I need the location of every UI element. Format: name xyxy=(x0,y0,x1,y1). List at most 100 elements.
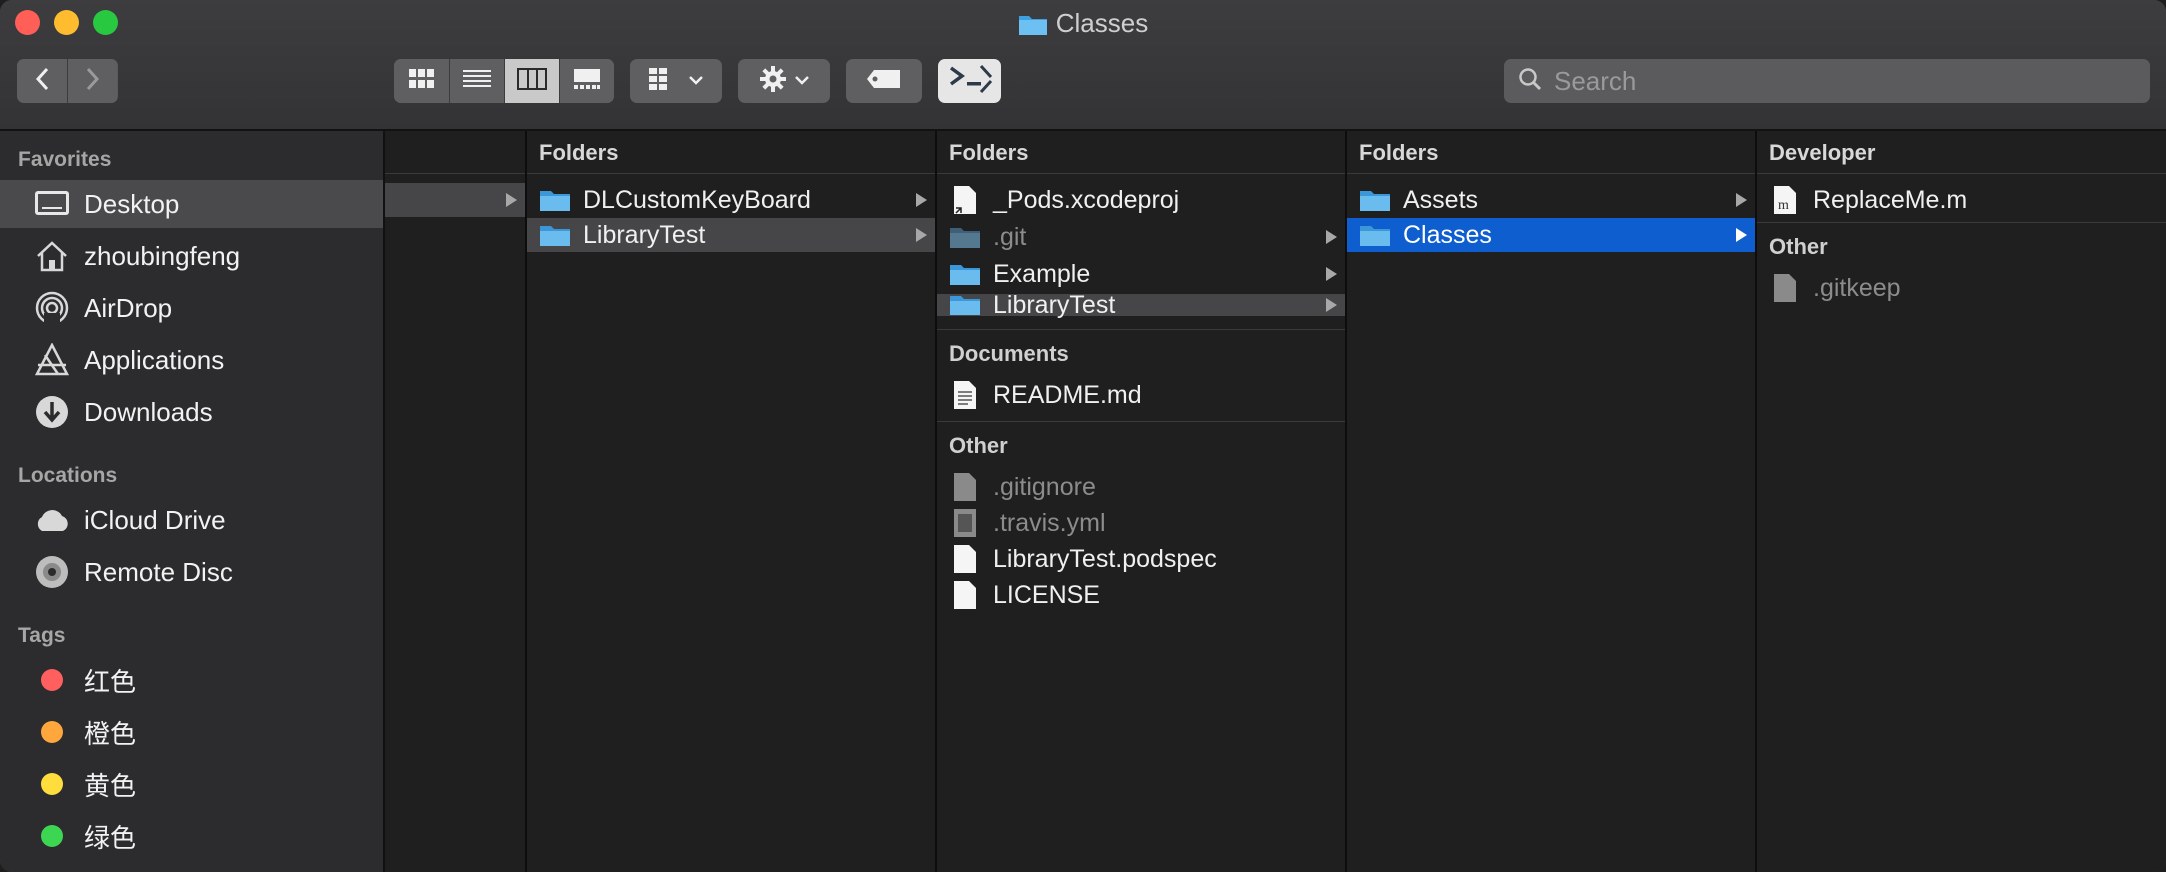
locations-header: Locations xyxy=(18,464,118,487)
file-row[interactable]: README.md xyxy=(937,378,1345,412)
sidebar: Favorites Desktop zhoubingfeng AirDrop A… xyxy=(0,131,385,872)
sidebar-item-remote-disc[interactable]: Remote Disc xyxy=(0,548,383,596)
sidebar-item-home[interactable]: zhoubingfeng xyxy=(0,232,383,280)
hidden-file-icon xyxy=(949,472,981,502)
gear-icon xyxy=(759,65,787,98)
gallery-view-button[interactable] xyxy=(559,59,614,103)
sidebar-item-icloud-drive[interactable]: iCloud Drive xyxy=(0,496,383,544)
browser-column-1 xyxy=(385,131,527,872)
column-header: Folders xyxy=(527,131,935,174)
sidebar-item-label: 红色 xyxy=(84,666,137,697)
sidebar-tag-red[interactable]: 红色 xyxy=(0,656,383,704)
section-separator xyxy=(1757,222,2166,223)
airdrop-icon xyxy=(32,290,72,326)
open-terminal-button[interactable] xyxy=(938,59,1001,103)
search-icon xyxy=(1518,67,1542,96)
file-row[interactable]: m ReplaceMe.m xyxy=(1757,183,2166,217)
disclosure-arrow-icon xyxy=(1326,230,1337,244)
objc-source-icon: m xyxy=(1769,185,1801,215)
folder-icon xyxy=(949,290,981,320)
terminal-icon xyxy=(947,63,993,100)
folder-row[interactable]: DLCustomKeyBoard xyxy=(527,183,935,217)
disclosure-arrow-icon xyxy=(916,193,927,207)
folder-icon xyxy=(1359,185,1391,215)
file-row[interactable]: LICENSE xyxy=(937,578,1345,612)
navigation-buttons xyxy=(17,59,118,103)
sidebar-tag-yellow[interactable]: 黄色 xyxy=(0,760,383,808)
tag-color-dot xyxy=(41,773,63,795)
sidebar-item-downloads[interactable]: Downloads xyxy=(0,388,383,436)
sidebar-tag-green[interactable]: 绿色 xyxy=(0,812,383,860)
browser-column-3: Folders _Pods.xcodeproj .git Example Lib… xyxy=(937,131,1347,872)
arrange-icon xyxy=(649,67,679,95)
group-by-dropdown[interactable] xyxy=(630,59,722,103)
search-input[interactable] xyxy=(1552,64,2116,98)
disclosure-arrow-icon xyxy=(1326,267,1337,281)
window-title: Classes xyxy=(0,6,2166,44)
folder-row[interactable]: Example xyxy=(937,257,1345,291)
section-separator xyxy=(937,329,1345,330)
finder-window: Classes Search Favorites Desktop zhoubin… xyxy=(0,0,2166,872)
browser-column-4: Folders Assets Classes xyxy=(1347,131,1757,872)
svg-text:m: m xyxy=(1778,198,1789,213)
column-header: Developer xyxy=(1757,131,2166,174)
tag-color-dot xyxy=(41,825,63,847)
disclosure-arrow-icon xyxy=(1326,298,1337,312)
folder-row[interactable]: Classes xyxy=(1347,218,1755,252)
file-row[interactable]: LibraryTest.podspec xyxy=(937,542,1345,576)
file-row[interactable]: .travis.yml xyxy=(937,506,1345,540)
text-document-icon xyxy=(949,380,981,410)
chevron-right-icon xyxy=(86,67,100,96)
applications-icon xyxy=(32,342,72,378)
view-mode-selector xyxy=(394,59,614,103)
cloud-icon xyxy=(32,502,72,538)
chevron-left-icon xyxy=(35,67,49,96)
tag-color-dot xyxy=(41,721,63,743)
disclosure-arrow-icon xyxy=(1736,228,1747,242)
yaml-file-icon xyxy=(949,508,981,538)
folder-icon xyxy=(1359,220,1391,250)
column-row-selected[interactable] xyxy=(385,183,525,217)
folder-icon xyxy=(949,259,981,289)
forward-button[interactable] xyxy=(67,59,117,103)
document-icon xyxy=(949,544,981,574)
list-icon xyxy=(463,69,491,94)
gallery-icon xyxy=(573,68,601,95)
sidebar-item-applications[interactable]: Applications xyxy=(0,336,383,384)
disclosure-arrow-icon xyxy=(1736,193,1747,207)
search-field[interactable] xyxy=(1504,59,2150,103)
tag-icon xyxy=(866,69,902,94)
list-view-button[interactable] xyxy=(449,59,504,103)
action-menu-button[interactable] xyxy=(738,59,830,103)
icon-view-button[interactable] xyxy=(394,59,449,103)
sidebar-tag-orange[interactable]: 橙色 xyxy=(0,708,383,756)
tags-header: Tags xyxy=(18,624,66,647)
disc-icon xyxy=(32,554,72,590)
sidebar-item-label: AirDrop xyxy=(84,292,173,323)
tag-color-dot xyxy=(41,669,63,691)
file-row[interactable]: _Pods.xcodeproj xyxy=(937,183,1345,217)
column-view-button[interactable] xyxy=(504,59,559,103)
chevron-down-icon xyxy=(689,72,703,90)
folder-icon xyxy=(539,185,571,215)
edit-tags-button[interactable] xyxy=(846,59,922,103)
back-button[interactable] xyxy=(17,59,67,103)
sidebar-item-label: 黄色 xyxy=(84,770,137,801)
column-header: Folders xyxy=(1347,131,1755,174)
sidebar-item-label: Downloads xyxy=(84,396,213,427)
column-header xyxy=(385,131,525,174)
folder-row[interactable]: .git xyxy=(937,220,1345,254)
sidebar-item-airdrop[interactable]: AirDrop xyxy=(0,284,383,332)
sidebar-item-desktop[interactable]: Desktop xyxy=(0,180,383,228)
folder-row[interactable]: Assets xyxy=(1347,183,1755,217)
section-header-other: Other xyxy=(949,433,1008,458)
folder-row[interactable]: LibraryTest xyxy=(527,218,935,252)
folder-icon xyxy=(539,220,571,250)
file-row[interactable]: .gitignore xyxy=(937,470,1345,504)
file-row[interactable]: .gitkeep xyxy=(1757,271,2166,305)
grid-icon xyxy=(408,68,435,94)
folder-icon xyxy=(1018,10,1048,44)
favorites-header: Favorites xyxy=(18,148,112,171)
folder-row[interactable]: LibraryTest xyxy=(937,291,1345,319)
hidden-file-icon xyxy=(1769,273,1801,303)
